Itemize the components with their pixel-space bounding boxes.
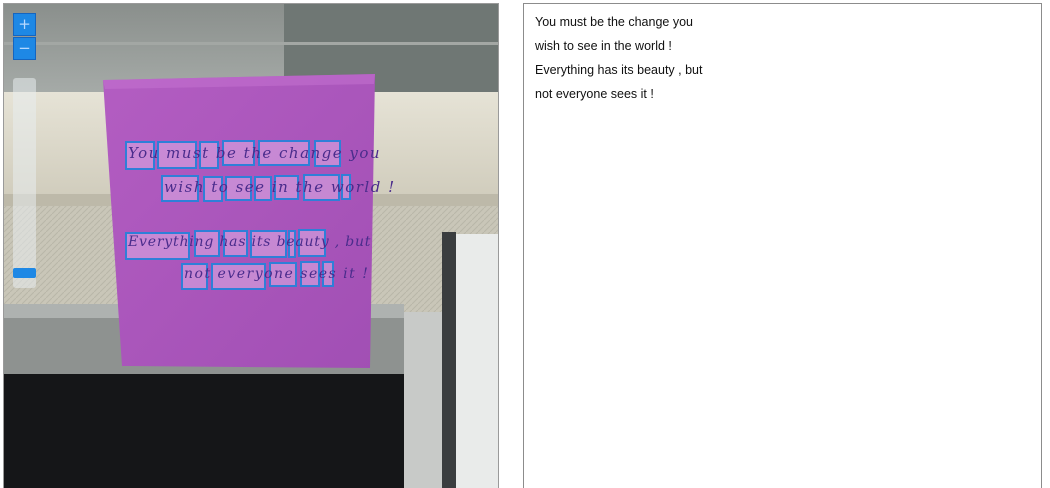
zoom-slider-handle[interactable] bbox=[13, 268, 36, 278]
zoom-in-button[interactable]: + bbox=[13, 13, 36, 36]
image-viewer[interactable]: You must be the change you wish to see i… bbox=[3, 3, 499, 488]
handwriting-line: You must be the change you bbox=[128, 144, 382, 162]
ocr-text-panel[interactable]: You must be the change you wish to see i… bbox=[523, 3, 1042, 488]
handwriting-line: not everyone sees it ! bbox=[184, 266, 370, 282]
ocr-line: wish to see in the world ! bbox=[535, 39, 672, 53]
ocr-line: You must be the change you bbox=[535, 15, 693, 29]
ocr-line: not everyone sees it ! bbox=[535, 87, 654, 101]
ocr-line: Everything has its beauty , but bbox=[535, 63, 703, 77]
zoom-slider-track[interactable] bbox=[13, 78, 36, 288]
handwriting-line: Everything has its beauty , but bbox=[128, 234, 372, 250]
zoom-out-button[interactable]: − bbox=[13, 37, 36, 60]
handwriting-line: wish to see in the world ! bbox=[164, 178, 396, 196]
